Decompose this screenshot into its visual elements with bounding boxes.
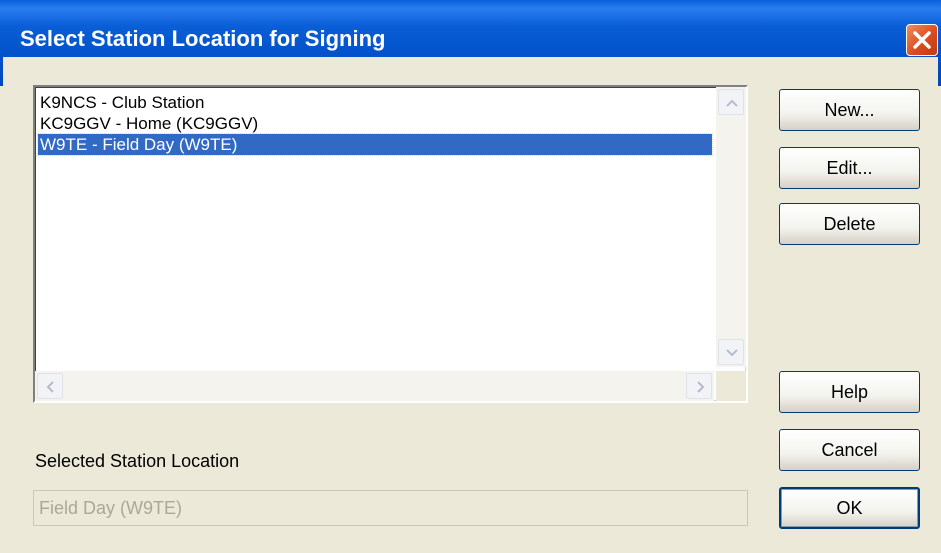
- close-button[interactable]: [906, 24, 938, 56]
- list-item-station-2[interactable]: W9TE - Field Day (W9TE): [37, 133, 713, 156]
- dialog-window: Select Station Location for Signing K9NC…: [0, 0, 941, 553]
- station-location-list[interactable]: K9NCS - Club Station KC9GGV - Home (KC9G…: [33, 85, 748, 403]
- chevron-down-icon: [726, 349, 738, 357]
- chevron-up-icon: [726, 99, 738, 107]
- list-item-station-1[interactable]: KC9GGV - Home (KC9GGV): [38, 113, 258, 134]
- selected-location-label: Selected Station Location: [35, 451, 240, 471]
- dialog-title: Select Station Location for Signing: [20, 26, 386, 51]
- help-button[interactable]: Help: [779, 371, 920, 413]
- scroll-left-button[interactable]: [37, 373, 63, 399]
- scroll-right-button[interactable]: [686, 373, 712, 399]
- delete-button[interactable]: Delete: [779, 203, 920, 245]
- edit-button[interactable]: Edit...: [779, 147, 920, 189]
- ok-button[interactable]: OK: [779, 487, 920, 529]
- chevron-left-icon: [46, 381, 54, 393]
- scroll-up-button[interactable]: [718, 89, 744, 115]
- vertical-scrollbar[interactable]: [716, 87, 746, 367]
- scrollbar-corner: [716, 371, 746, 401]
- close-icon: [913, 31, 931, 49]
- new-button[interactable]: New...: [779, 89, 920, 131]
- selected-location-field: Field Day (W9TE): [33, 490, 748, 526]
- horizontal-scrollbar[interactable]: [35, 371, 714, 401]
- cancel-button[interactable]: Cancel: [779, 429, 920, 471]
- list-item-station-0[interactable]: K9NCS - Club Station: [38, 92, 204, 113]
- selected-location-value: Field Day (W9TE): [39, 498, 183, 518]
- chevron-right-icon: [697, 381, 705, 393]
- scroll-down-button[interactable]: [718, 339, 744, 365]
